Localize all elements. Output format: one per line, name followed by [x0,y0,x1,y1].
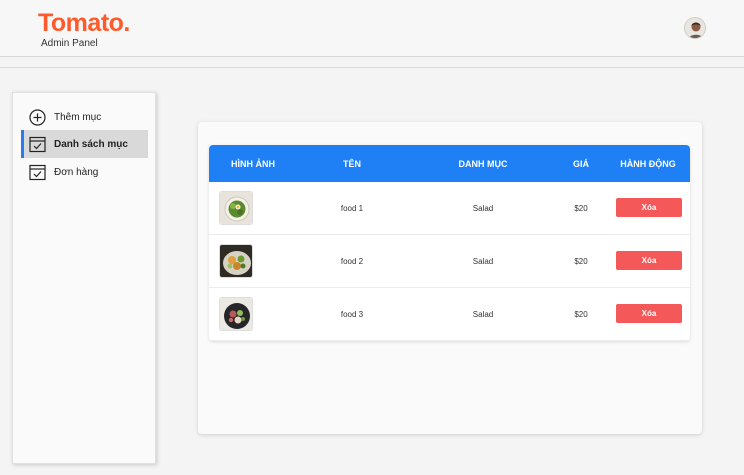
check-square-icon [29,136,46,152]
food-category: Salad [472,204,494,213]
table-row: food 3 Salad $20 Xóa [209,288,690,341]
delete-button[interactable]: Xóa [616,251,682,270]
food-image [219,244,253,278]
sidebar-item-label: Danh sách mục [54,138,128,150]
plus-circle-icon [29,108,46,126]
profile-avatar[interactable] [684,17,706,39]
column-header-price: GIÁ [572,159,589,169]
brand-logo[interactable]: Tomato. [38,9,130,38]
food-name: food 2 [340,257,364,266]
sidebar-item-orders[interactable]: Đơn hàng [21,158,148,186]
sidebar-item-list[interactable]: Danh sách mục [21,130,148,158]
food-price: $20 [574,257,588,266]
food-name: food 3 [340,310,364,319]
table-row: food 2 Salad $20 Xóa [209,235,690,288]
food-image [219,191,253,225]
column-header-category: DANH MỤC [458,159,508,169]
table-row: food 1 Salad $20 Xóa [209,182,690,235]
food-list-table: HÌNH ẢNH TÊN DANH MỤC GIÁ HÀNH ĐỘNG food… [209,145,690,341]
header-divider [0,67,744,68]
food-image [219,297,253,331]
delete-button[interactable]: Xóa [616,304,682,323]
food-category: Salad [472,310,494,319]
column-header-name: TÊN [343,159,361,169]
sidebar-item-add[interactable]: Thêm mục [21,103,148,131]
content-card: HÌNH ẢNH TÊN DANH MỤC GIÁ HÀNH ĐỘNG food… [198,122,702,434]
column-header-action: HÀNH ĐỘNG [620,159,676,169]
check-square-icon [29,164,46,180]
food-name: food 1 [340,204,364,213]
food-category: Salad [472,257,494,266]
sidebar-item-label: Đơn hàng [54,166,99,178]
table-header: HÌNH ẢNH TÊN DANH MỤC GIÁ HÀNH ĐỘNG [209,145,690,182]
top-navbar: Tomato. Admin Panel [0,0,744,57]
column-header-image: HÌNH ẢNH [231,159,275,169]
food-price: $20 [574,310,588,319]
brand-subtitle: Admin Panel [41,38,98,49]
food-price: $20 [574,204,588,213]
delete-button[interactable]: Xóa [616,198,682,217]
sidebar-item-label: Thêm mục [54,111,102,123]
sidebar: Thêm mục Danh sách mục Đơn hàng [12,92,156,464]
